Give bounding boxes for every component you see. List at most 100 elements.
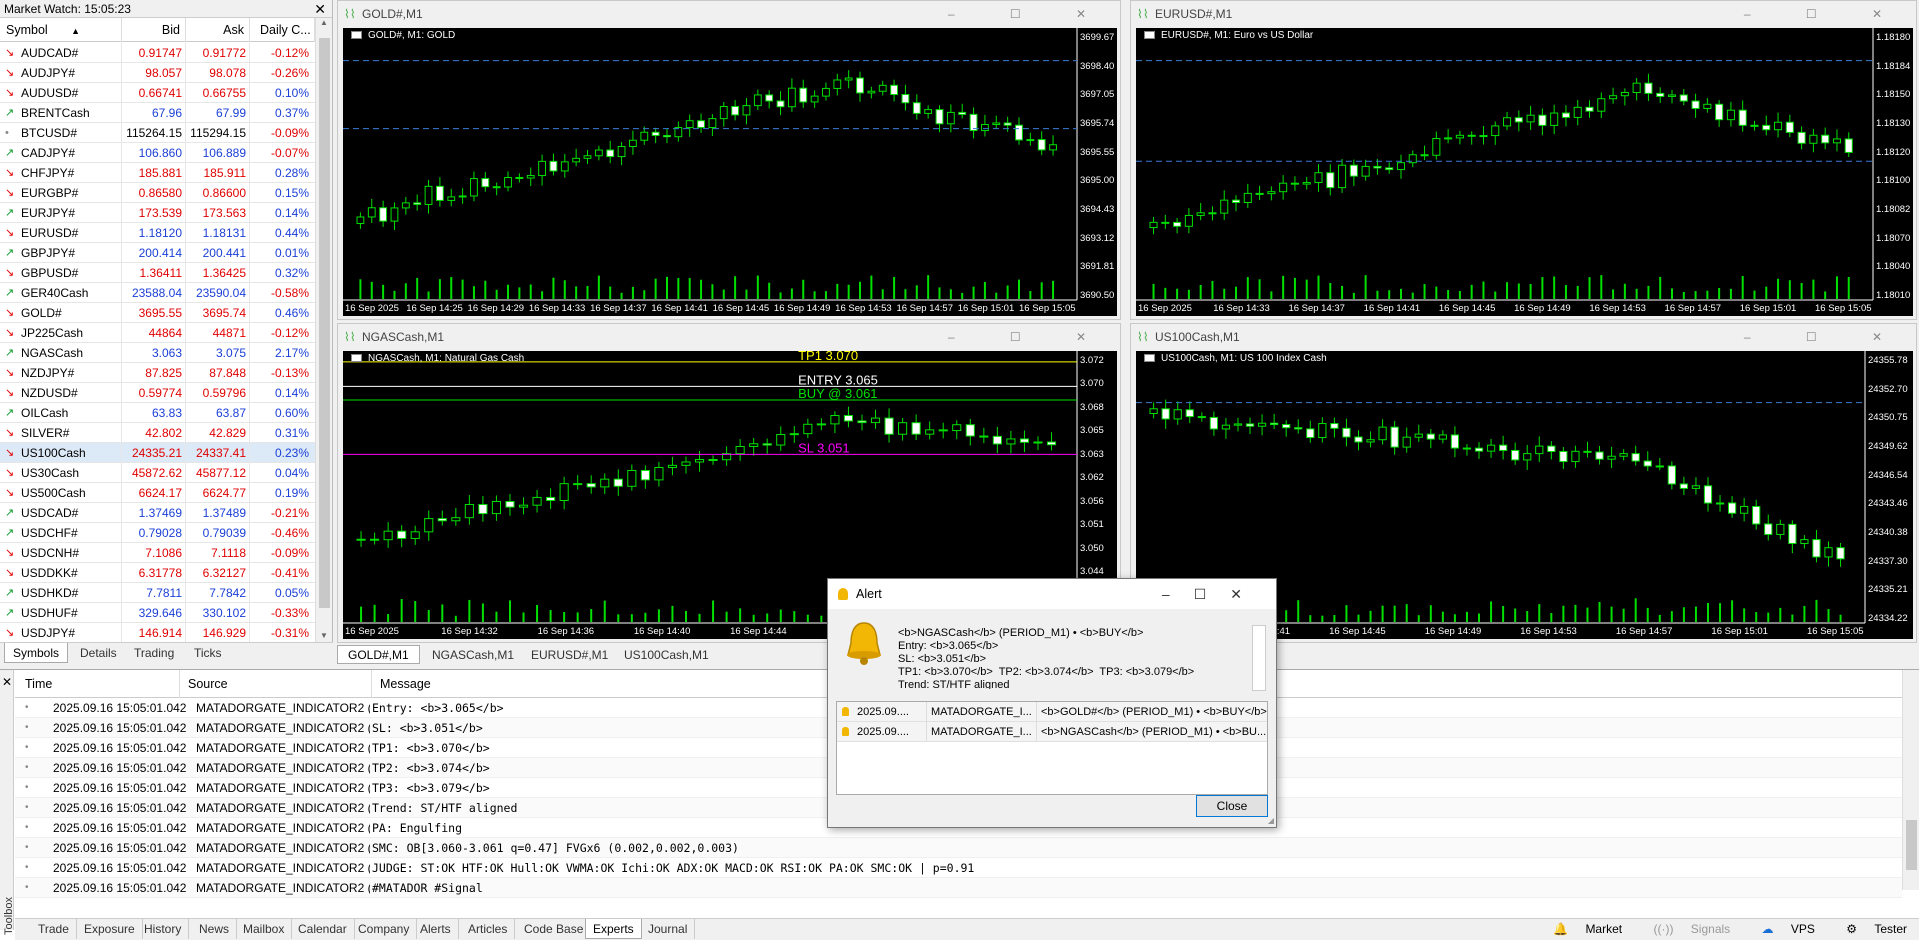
market-watch-row[interactable]: ↘ NZDUSD# 0.59774 0.59796 0.14% [0, 383, 315, 403]
toolbox-tab-code-base[interactable]: Code Base [517, 919, 592, 939]
market-watch-row[interactable]: ↘ NZDJPY# 87.825 87.848 -0.13% [0, 363, 315, 383]
alert-history-row[interactable]: 2025.09.... MATADORGATE_I... <b>NGASCash</… [837, 722, 1267, 742]
chart-window-gold[interactable]: ⌇⌇ GOLD#,M1 ‒ ☐ ✕ GOLD#, M1: GOLD 3699.67 3… [337, 0, 1121, 320]
column-source[interactable]: Source [180, 670, 372, 698]
toolbox-tab-articles[interactable]: Articles [461, 919, 516, 939]
toolbox-tab-journal[interactable]: Journal [641, 919, 696, 939]
tab-ticks[interactable]: Ticks [186, 643, 230, 663]
market-watch-row[interactable]: ↘ CHFJPY# 185.881 185.911 0.28% [0, 163, 315, 183]
chart-tab-ngas[interactable]: NGASCash,M1 [421, 645, 525, 664]
market-watch-row[interactable]: ↗ BRENTCash 67.96 67.99 0.37% [0, 103, 315, 123]
market-watch-row[interactable]: • BTCUSD# 115264.15 115294.15 -0.09% [0, 123, 315, 143]
candle [1197, 416, 1206, 419]
market-status[interactable]: 🔔 Market [1539, 922, 1622, 936]
log-row[interactable]: • 2025.09.16 15:05:01.042 MATADORGATE_INDI… [15, 838, 1902, 858]
column-time[interactable]: Time [15, 670, 180, 698]
market-watch-row[interactable]: ↗ EURJPY# 173.539 173.563 0.14% [0, 203, 315, 223]
market-watch-row[interactable]: ↗ GBPJPY# 200.414 200.441 0.01% [0, 243, 315, 263]
scroll-down-icon[interactable]: ▼ [316, 631, 332, 640]
resize-grip-icon[interactable]: ◢ [1268, 816, 1274, 825]
alert-history-row[interactable]: 2025.09.... MATADORGATE_I... <b>GOLD#</b> … [837, 702, 1267, 722]
column-bid[interactable]: Bid [122, 18, 186, 42]
market-watch-row[interactable]: ↗ NGASCash 3.063 3.075 2.17% [0, 343, 315, 363]
market-watch-row[interactable]: ↘ JP225Cash 44864 44871 -0.12% [0, 323, 315, 343]
window-controls[interactable]: ‒☐✕ [1162, 579, 1266, 609]
market-watch-row[interactable]: ↗ OILCash 63.83 63.87 0.60% [0, 403, 315, 423]
window-controls[interactable]: ‒ ☐ ✕ [948, 324, 1112, 350]
close-icon[interactable]: ✕ [314, 0, 326, 18]
market-watch-row[interactable]: ↘ USDCNH# 7.1086 7.1118 -0.09% [0, 543, 315, 563]
chart-window-eurusd[interactable]: ⌇⌇ EURUSD#,M1 ‒ ☐ ✕ EURUSD#, M1: Euro vs U… [1130, 0, 1917, 320]
chart-window-title[interactable]: ⌇⌇ EURUSD#,M1 ‒ ☐ ✕ [1131, 1, 1916, 27]
toolbox-tab-experts[interactable]: Experts [585, 919, 642, 939]
chart-window-title[interactable]: ⌇⌇ GOLD#,M1 ‒ ☐ ✕ [338, 1, 1120, 27]
candle [1559, 450, 1568, 463]
scroll-up-icon[interactable]: ▲ [316, 18, 332, 27]
market-watch-row[interactable]: ↘ AUDJPY# 98.057 98.078 -0.26% [0, 63, 315, 83]
market-watch-row[interactable]: ↘ SILVER# 42.802 42.829 0.31% [0, 423, 315, 443]
market-watch-row[interactable]: ↘ EURUSD# 1.18120 1.18131 0.44% [0, 223, 315, 243]
column-symbol[interactable]: Symbol ▲ [0, 18, 122, 42]
market-watch-row[interactable]: ↘ USDJPY# 146.914 146.929 -0.31% [0, 623, 315, 643]
market-watch-row[interactable]: ↘ GOLD# 3695.55 3695.74 0.46% [0, 303, 315, 323]
market-watch-row[interactable]: ↘ EURGBP# 0.86580 0.86600 0.15% [0, 183, 315, 203]
tab-details[interactable]: Details [72, 643, 125, 663]
tab-symbols[interactable]: Symbols [4, 643, 69, 663]
column-daily-change[interactable]: Daily C... [250, 18, 315, 42]
chart-window-title[interactable]: ⌇⌇ NGASCash,M1 ‒ ☐ ✕ [338, 324, 1120, 350]
chart-tab-gold[interactable]: GOLD#,M1 [337, 645, 420, 664]
tab-trading[interactable]: Trading [126, 643, 182, 663]
symbol-name: BTCUSD# [21, 126, 78, 140]
market-watch-row[interactable]: ↘ US100Cash 24335.21 24337.41 0.23% [0, 443, 315, 463]
market-watch-row[interactable]: ↘ GBPUSD# 1.36411 1.36425 0.32% [0, 263, 315, 283]
scroll-thumb[interactable] [1906, 820, 1917, 870]
toolbox-tab-history[interactable]: History [137, 919, 190, 939]
tester-status[interactable]: ⚙ Tester [1832, 922, 1907, 936]
toolbox-tab-alerts[interactable]: Alerts [413, 919, 459, 939]
market-watch-row[interactable]: ↗ USDHKD# 7.7811 7.7842 0.05% [0, 583, 315, 603]
price-chart[interactable] [343, 28, 1117, 316]
market-watch-row[interactable]: ↘ US500Cash 6624.17 6624.77 0.19% [0, 483, 315, 503]
chart-tab-eurusd[interactable]: EURUSD#,M1 [520, 645, 619, 664]
market-watch-row[interactable]: ↗ USDCHF# 0.79028 0.79039 -0.46% [0, 523, 315, 543]
window-controls[interactable]: ‒ ☐ ✕ [1744, 1, 1908, 27]
chart-window-title[interactable]: ⌇⌇ US100Cash,M1 ‒ ☐ ✕ [1131, 324, 1916, 350]
window-controls[interactable]: ‒ ☐ ✕ [948, 1, 1112, 27]
market-watch-scrollbar[interactable]: ▲ ▼ [315, 18, 332, 642]
signals-status[interactable]: ((·)) Signals [1639, 922, 1730, 936]
alert-message-scrollbar[interactable] [1252, 625, 1266, 691]
close-icon[interactable]: ✕ [2, 675, 12, 689]
scroll-thumb[interactable] [319, 38, 330, 608]
close-button[interactable]: Close [1196, 795, 1268, 817]
market-watch-row[interactable]: ↘ AUDUSD# 0.66741 0.66755 0.10% [0, 83, 315, 103]
price-label: 3.051 [1080, 519, 1104, 531]
toolbox-tab-trade[interactable]: Trade [31, 919, 77, 939]
market-watch-row[interactable]: ↘ US30Cash 45872.62 45877.12 0.04% [0, 463, 315, 483]
vps-status[interactable]: ☁ VPS [1748, 922, 1815, 936]
market-watch-row[interactable]: ↗ USDCAD# 1.37469 1.37489 -0.21% [0, 503, 315, 523]
toolbox-scrollbar[interactable] [1902, 670, 1919, 890]
candle [1503, 117, 1512, 127]
market-watch-row[interactable]: ↗ CADJPY# 106.860 106.889 -0.07% [0, 143, 315, 163]
log-row[interactable]: • 2025.09.16 15:05:01.042 MATADORGATE_INDI… [15, 878, 1902, 898]
market-watch-row[interactable]: ↗ GER40Cash 23588.04 23590.04 -0.58% [0, 283, 315, 303]
market-watch-row[interactable]: ↘ USDDKK# 6.31778 6.32127 -0.41% [0, 563, 315, 583]
chart-plot-gold[interactable]: GOLD#, M1: GOLD 3699.67 3698.40 3697.05 369… [343, 28, 1117, 316]
toolbox-tab-exposure[interactable]: Exposure [77, 919, 143, 939]
symbol-cell: ↗ CADJPY# [0, 143, 122, 163]
log-row[interactable]: • 2025.09.16 15:05:01.042 MATADORGATE_INDI… [15, 858, 1902, 878]
chart-tab-us100[interactable]: US100Cash,M1 [613, 645, 720, 664]
toolbox-tab-mailbox[interactable]: Mailbox [236, 919, 293, 939]
column-ask[interactable]: Ask [186, 18, 250, 42]
market-watch-row[interactable]: ↗ USDHUF# 329.646 330.102 -0.33% [0, 603, 315, 623]
arrow-up-icon: ↗ [5, 107, 15, 119]
market-watch-row[interactable]: ↘ AUDCAD# 0.91747 0.91772 -0.12% [0, 43, 315, 63]
toolbox-tab-company[interactable]: Company [351, 919, 418, 939]
window-controls[interactable]: ‒ ☐ ✕ [1744, 324, 1908, 350]
chart-plot-eurusd[interactable]: EURUSD#, M1: Euro vs US Dollar 1.18180 1.… [1136, 28, 1913, 316]
alert-title-bar[interactable]: Alert ‒☐✕ [828, 579, 1276, 609]
price-chart[interactable] [1136, 28, 1913, 316]
toolbox-tab-calendar[interactable]: Calendar [291, 919, 355, 939]
toolbox-tab-news[interactable]: News [192, 919, 238, 939]
candle [765, 94, 774, 102]
